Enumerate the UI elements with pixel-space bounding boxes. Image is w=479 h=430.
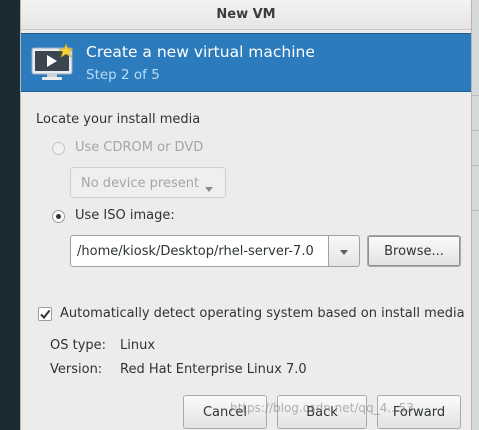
device-combo-value: No device present (81, 176, 200, 191)
window-title: New VM (216, 7, 276, 22)
wizard-banner: Create a new virtual machine Step 2 of 5 (21, 33, 471, 92)
os-type-value: Linux (120, 338, 156, 353)
iso-path-input[interactable]: /home/kiosk/Desktop/rhel-server-7.0 (70, 235, 329, 267)
cdrom-label: Use CDROM or DVD (75, 140, 204, 155)
checkmark-icon (40, 309, 51, 320)
os-type-label: OS type: (50, 338, 107, 353)
device-combo[interactable]: No device present (70, 167, 226, 198)
iso-label: Use ISO image: (75, 208, 175, 223)
chevron-down-icon (205, 181, 213, 196)
browse-button-label: Browse... (384, 243, 444, 259)
watermark: https://blog.csdn.net/qq_4...53 (230, 401, 414, 415)
version-value: Red Hat Enterprise Linux 7.0 (120, 362, 307, 377)
new-vm-dialog: New VM Create a new virtual machine Step… (20, 0, 472, 430)
wizard-step: Step 2 of 5 (86, 67, 160, 83)
version-label: Version: (50, 362, 103, 377)
wizard-title: Create a new virtual machine (86, 43, 315, 61)
browse-button[interactable]: Browse... (367, 235, 461, 267)
install-media-heading: Locate your install media (36, 112, 201, 127)
window-titlebar[interactable]: New VM (21, 0, 471, 30)
autodetect-label: Automatically detect operating system ba… (60, 306, 465, 321)
chevron-down-icon (340, 244, 348, 259)
virtual-machine-icon (30, 43, 76, 87)
iso-history-dropdown[interactable] (329, 235, 360, 267)
cdrom-radio[interactable] (52, 142, 65, 155)
iso-radio[interactable] (52, 210, 65, 223)
autodetect-checkbox[interactable] (38, 307, 52, 321)
